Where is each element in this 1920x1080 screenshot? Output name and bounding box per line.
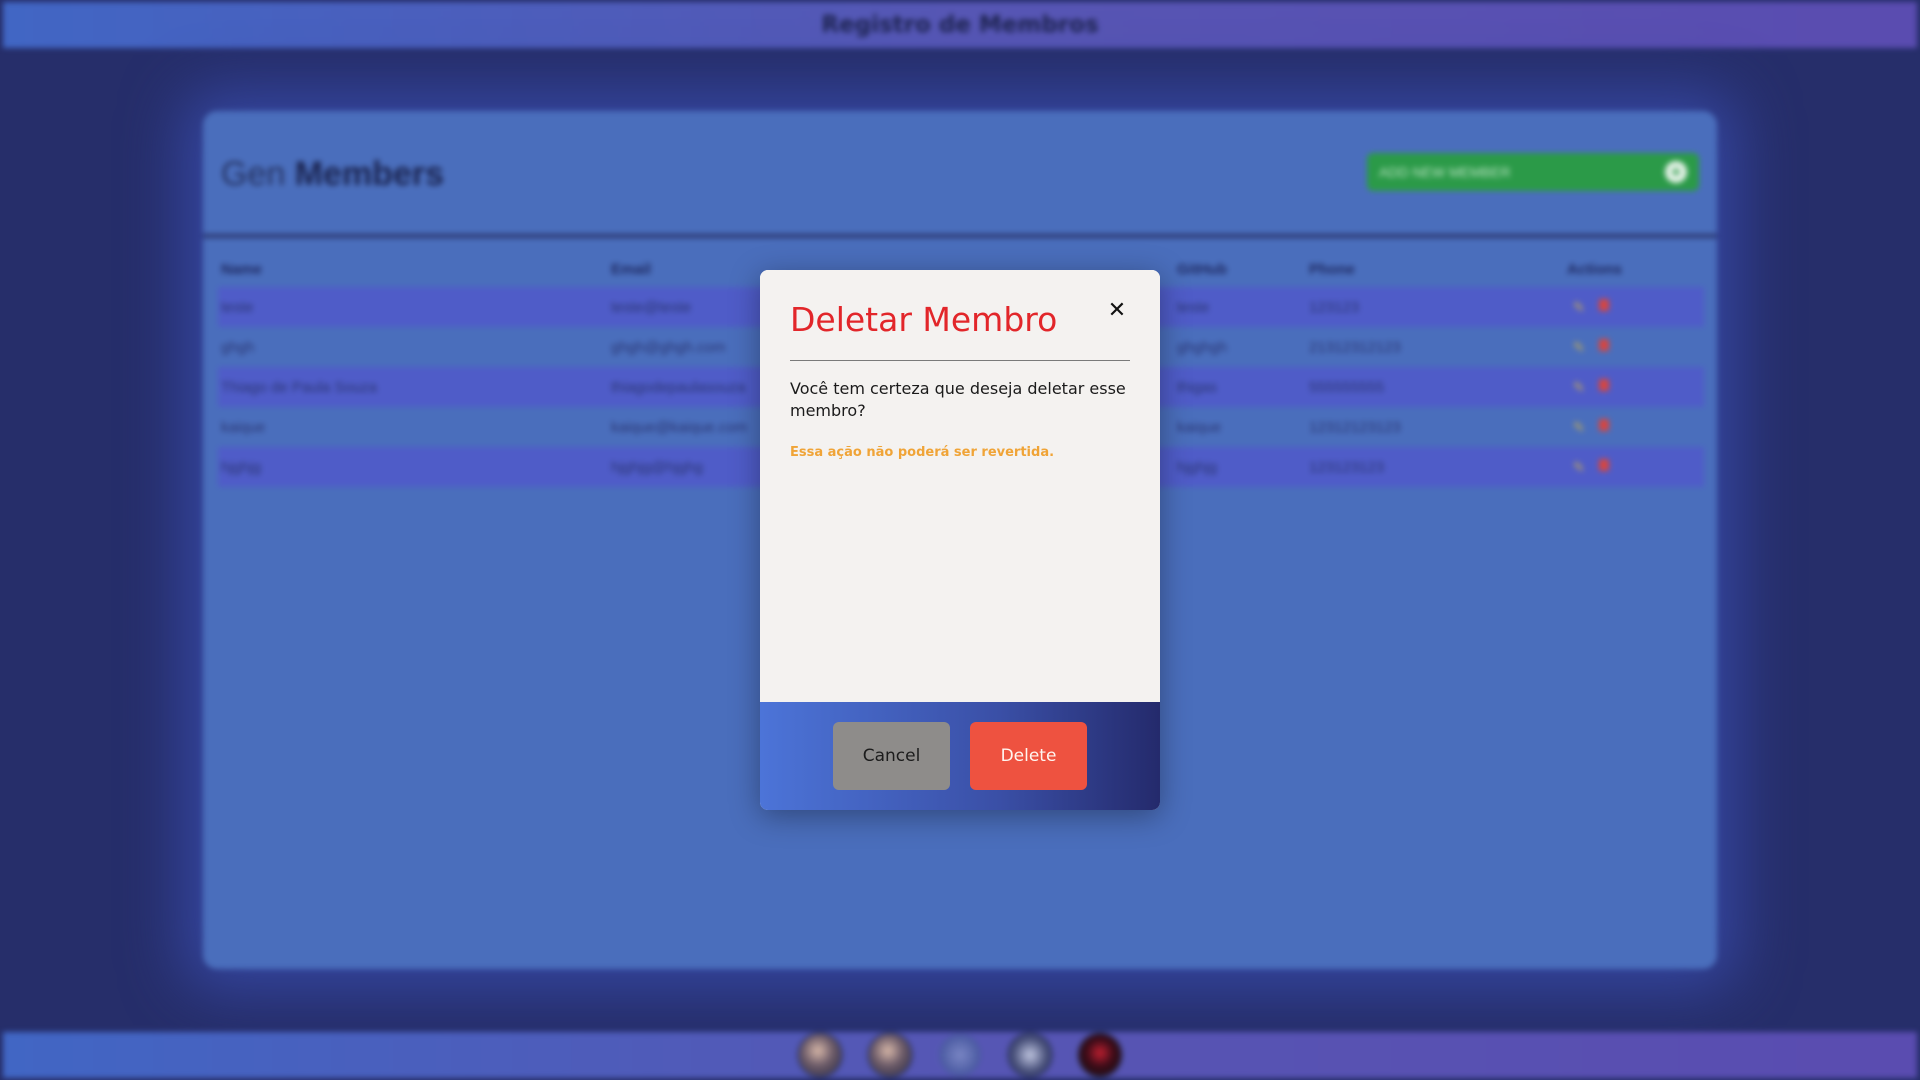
app-title: Registro de Membros — [821, 12, 1099, 38]
row-actions: ✎ — [1567, 418, 1707, 436]
cell-github: ghghgh — [1177, 338, 1228, 356]
cell-name: kaique — [221, 418, 266, 436]
column-header-phone: Phone — [1309, 260, 1355, 278]
cell-github: thigas — [1177, 378, 1218, 396]
edit-icon[interactable]: ✎ — [1573, 419, 1585, 436]
column-header-name: Name — [221, 260, 262, 278]
delete-member-modal: Deletar Membro ✕ Você tem certeza que de… — [760, 270, 1160, 810]
plus-icon: + — [1665, 161, 1687, 183]
social-avatar-4[interactable] — [1009, 1034, 1051, 1076]
trash-icon[interactable] — [1598, 418, 1609, 431]
row-actions: ✎ — [1567, 298, 1707, 316]
card-divider — [203, 234, 1717, 238]
trash-icon[interactable] — [1598, 378, 1609, 391]
bottom-footer — [3, 1032, 1917, 1078]
cell-phone: 12312123123 — [1309, 418, 1401, 436]
modal-warning: Essa ação não poderá ser revertida. — [790, 445, 1055, 460]
modal-body: Deletar Membro ✕ Você tem certeza que de… — [760, 270, 1160, 702]
delete-button[interactable]: Delete — [970, 722, 1087, 790]
social-logo-3[interactable] — [939, 1034, 981, 1076]
social-avatar-1[interactable] — [799, 1034, 841, 1076]
row-actions: ✎ — [1567, 458, 1707, 476]
add-new-member-button[interactable]: ADD NEW MEMBER + — [1367, 153, 1699, 191]
edit-icon[interactable]: ✎ — [1573, 299, 1585, 316]
trash-icon[interactable] — [1598, 338, 1609, 351]
edit-icon[interactable]: ✎ — [1573, 459, 1585, 476]
cell-phone: 123123 — [1309, 298, 1360, 316]
cell-github: kaique — [1177, 418, 1222, 436]
close-icon[interactable]: ✕ — [1104, 298, 1130, 324]
page-title-bold: Members — [294, 155, 444, 193]
cell-name: hjghjg — [221, 458, 262, 476]
modal-title: Deletar Membro — [790, 300, 1058, 339]
page-title: Gen Members — [221, 155, 444, 194]
cell-phone: 123123123 — [1309, 458, 1385, 476]
column-header-github: GitHub — [1177, 260, 1227, 278]
add-new-member-label: ADD NEW MEMBER — [1379, 164, 1511, 180]
social-avatar-5[interactable] — [1079, 1034, 1121, 1076]
column-header-actions: Actions — [1567, 260, 1623, 278]
edit-icon[interactable]: ✎ — [1573, 379, 1585, 396]
trash-icon[interactable] — [1598, 298, 1609, 311]
modal-footer: Cancel Delete — [760, 702, 1160, 810]
edit-icon[interactable]: ✎ — [1573, 339, 1585, 356]
social-avatar-2[interactable] — [869, 1034, 911, 1076]
cell-phone: 555555555 — [1309, 378, 1385, 396]
cancel-button[interactable]: Cancel — [833, 722, 950, 790]
row-actions: ✎ — [1567, 338, 1707, 356]
row-actions: ✎ — [1567, 378, 1707, 396]
trash-icon[interactable] — [1598, 458, 1609, 471]
modal-divider — [790, 360, 1130, 361]
cell-github: hjghjg — [1177, 458, 1218, 476]
page-title-light: Gen — [221, 155, 286, 193]
cell-phone: 21312312123 — [1309, 338, 1401, 356]
cell-name: Thiago de Paula Souza — [221, 378, 377, 396]
cell-name: ghgh — [221, 338, 255, 356]
cell-name: teste — [221, 298, 254, 316]
modal-message: Você tem certeza que deseja deletar esse… — [790, 379, 1126, 420]
cell-github: teste — [1177, 298, 1210, 316]
top-header: Registro de Membros — [3, 2, 1917, 48]
